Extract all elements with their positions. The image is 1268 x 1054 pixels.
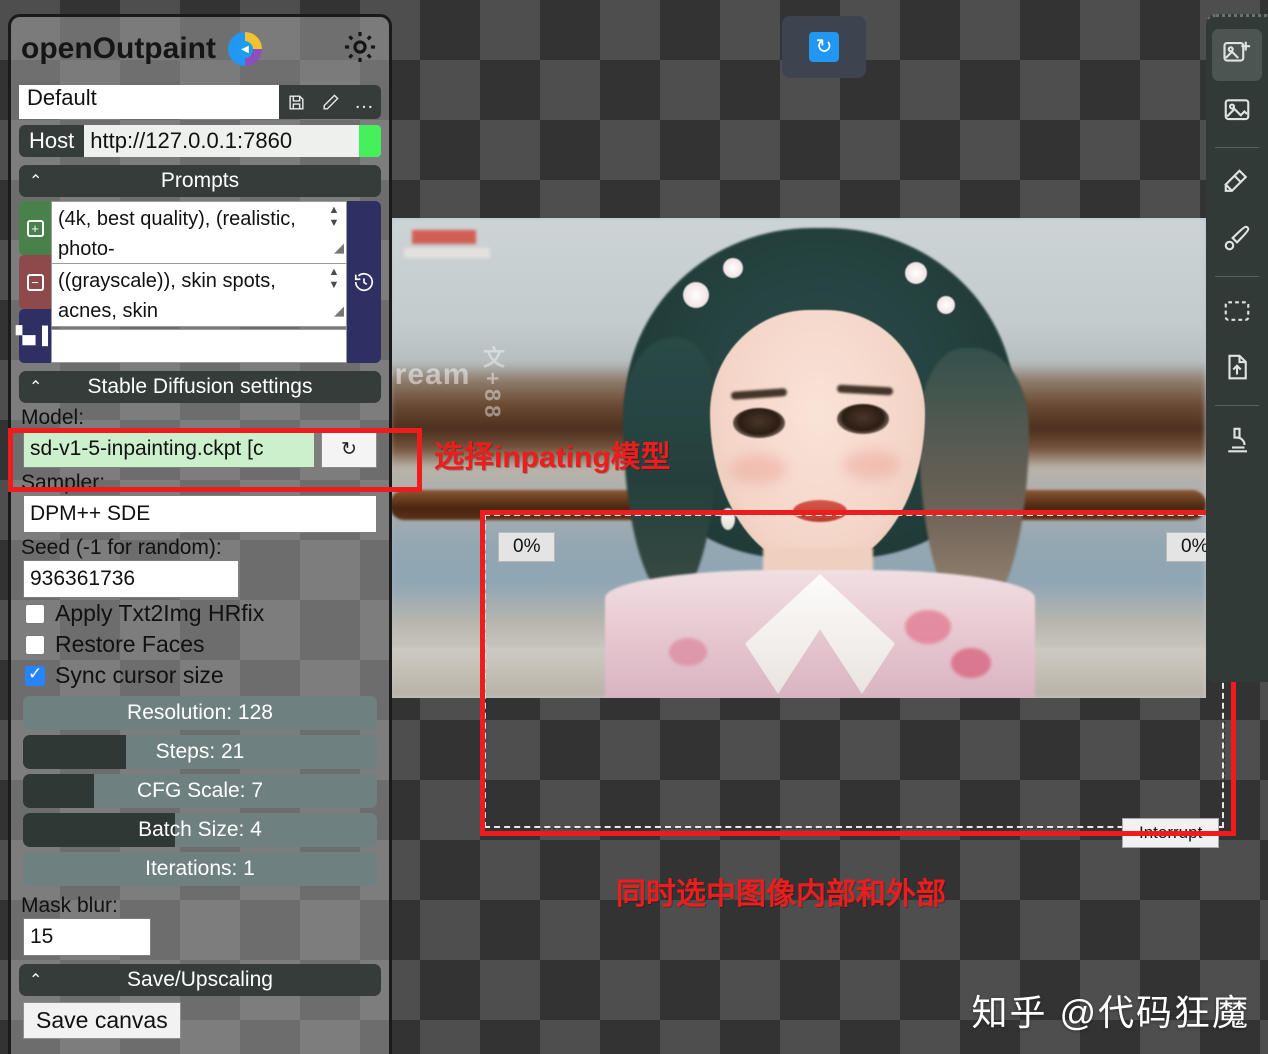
slider-steps-label: Steps: 21 <box>155 740 245 763</box>
section-prompts[interactable]: ⌃ Prompts <box>19 165 381 197</box>
annotation-box-model <box>8 428 422 492</box>
slider-resolution-label: Resolution: 128 <box>127 701 273 724</box>
checkbox-restore-faces-label: Restore Faces <box>55 631 205 657</box>
host-input[interactable]: http://127.0.0.1:7860 <box>84 125 359 157</box>
negative-prompt-input[interactable]: ((grayscale)), skin spots, acnes, skin ▲ ▼… <box>51 264 347 327</box>
negative-resize-grip[interactable]: ◢ <box>334 296 344 326</box>
annotation-box-selection <box>480 510 1236 836</box>
image-icon <box>1222 94 1252 129</box>
mask-blur-input[interactable]: 15 <box>23 918 151 956</box>
host-label: Host <box>19 125 85 157</box>
zhihu-watermark: 知乎 @代码狂魔 <box>971 992 1250 1033</box>
floppy-save-icon[interactable] <box>279 85 313 119</box>
seed-label: Seed (-1 for random): <box>21 536 222 559</box>
sync-refresh-icon: ↻ <box>809 32 839 62</box>
slider-cfg-scale[interactable]: CFG Scale: 7 <box>23 774 377 808</box>
minus-square-icon[interactable]: − <box>19 255 51 309</box>
add-image-tool[interactable] <box>1212 29 1262 81</box>
checkbox-hrfix[interactable] <box>25 603 45 624</box>
microscope-icon <box>1222 425 1252 460</box>
checkbox-row-sync-cursor[interactable]: Sync cursor size <box>11 660 389 691</box>
slider-cfg-scale-label: CFG Scale: 7 <box>136 779 264 802</box>
checkbox-row-hrfix[interactable]: Apply Txt2Img HRfix <box>11 598 389 629</box>
host-status-indicator <box>359 125 381 157</box>
slider-resolution[interactable]: Resolution: 128 <box>23 696 377 730</box>
section-save-upscaling[interactable]: ⌃ Save/Upscaling <box>19 964 381 996</box>
negative-spinner[interactable]: ▲ ▼ <box>326 266 342 292</box>
positive-resize-grip[interactable]: ◢ <box>334 233 344 263</box>
brush-icon <box>1222 223 1252 258</box>
section-sd-settings[interactable]: ⌃ Stable Diffusion settings <box>19 371 381 403</box>
section-save-upscaling-label: Save/Upscaling <box>127 968 273 991</box>
preset-row[interactable]: Default … <box>11 85 389 119</box>
section-sd-settings-label: Stable Diffusion settings <box>87 375 313 398</box>
pencil-icon[interactable] <box>313 85 347 119</box>
stamp-tool[interactable] <box>1212 158 1262 210</box>
histogram-icon[interactable]: ▚▖▌ <box>16 309 54 363</box>
slider-batch-size[interactable]: Batch Size: 4 <box>23 813 377 847</box>
toolbar-divider-3 <box>1215 405 1259 406</box>
upload-tool[interactable] <box>1212 343 1262 395</box>
left-panel[interactable]: openOutpaint ◀ Default … Host http://127… <box>8 14 392 1054</box>
stamp-icon <box>1222 167 1252 202</box>
extra-prompt-input[interactable] <box>51 329 347 363</box>
image-tool[interactable] <box>1212 85 1262 137</box>
dashed-marquee-icon <box>1222 296 1252 331</box>
plus-square-icon[interactable]: + <box>19 201 51 255</box>
history-clock-icon[interactable] <box>347 201 381 363</box>
chevron-up-icon-save: ⌃ <box>29 972 43 989</box>
canvas-refresh-button[interactable]: ↻ <box>782 16 866 78</box>
image-sign-white <box>404 248 490 258</box>
openoutpaint-logo: ◀ <box>227 32 262 66</box>
gear-icon[interactable] <box>341 28 379 71</box>
mask-blur-label: Mask blur: <box>21 894 118 917</box>
section-prompts-label: Prompts <box>160 169 240 192</box>
host-row[interactable]: Host http://127.0.0.1:7860 <box>11 125 389 157</box>
preset-more-button[interactable]: … <box>347 85 381 119</box>
prompt-fields[interactable]: (4k, best quality), (realistic, photo- ▲ ▼… <box>51 201 347 363</box>
model-label: Model: <box>21 406 85 429</box>
sampler-select[interactable]: DPM++ SDE <box>23 495 377 533</box>
save-canvas-button[interactable]: Save canvas <box>23 1002 181 1039</box>
chevron-up-icon: ⌃ <box>29 173 43 190</box>
slider-iterations[interactable]: Iterations: 1 <box>23 852 377 886</box>
positive-spinner[interactable]: ▲ ▼ <box>326 204 342 230</box>
prompt-side-buttons[interactable]: + − ▚▖▌ <box>16 201 54 363</box>
slider-iterations-label: Iterations: 1 <box>145 857 255 880</box>
checkbox-sync-cursor[interactable] <box>25 664 45 686</box>
select-tool[interactable] <box>1212 287 1262 339</box>
brush-tool[interactable] <box>1212 214 1262 266</box>
image-plus-icon <box>1222 38 1252 73</box>
toolbar-divider-2 <box>1215 276 1259 277</box>
positive-prompt-input[interactable]: (4k, best quality), (realistic, photo- ▲ ▼… <box>51 201 347 264</box>
checkbox-hrfix-label: Apply Txt2Img HRfix <box>55 600 265 626</box>
file-upload-icon <box>1222 352 1252 387</box>
checkbox-restore-faces[interactable] <box>25 634 45 655</box>
dream-watermark: Dream <box>390 358 471 391</box>
slider-steps[interactable]: Steps: 21 <box>23 735 377 769</box>
annotation-note-model: 选择inpating模型 <box>434 441 671 474</box>
right-toolbar[interactable] <box>1206 14 1268 682</box>
checkbox-row-restore-faces[interactable]: Restore Faces <box>11 629 389 660</box>
image-sign-red <box>412 230 476 244</box>
slider-batch-size-label: Batch Size: 4 <box>138 818 262 841</box>
preset-input[interactable]: Default <box>19 85 279 119</box>
microscope-tool[interactable] <box>1212 416 1262 468</box>
panel-header: openOutpaint ◀ <box>11 17 389 81</box>
chevron-up-icon-sd: ⌃ <box>29 379 43 396</box>
checkbox-sync-cursor-label: Sync cursor size <box>55 662 224 688</box>
dream-watermark-vertical: 文+88 <box>480 346 505 422</box>
toolbar-divider-1 <box>1215 147 1259 148</box>
prompts-block[interactable]: + − ▚▖▌ (4k, best quality), (realistic, … <box>16 201 381 363</box>
annotation-note-selection: 同时选中图像内部和外部 <box>616 878 946 911</box>
seed-input[interactable]: 936361736 <box>23 560 239 598</box>
app-title: openOutpaint <box>21 32 216 65</box>
